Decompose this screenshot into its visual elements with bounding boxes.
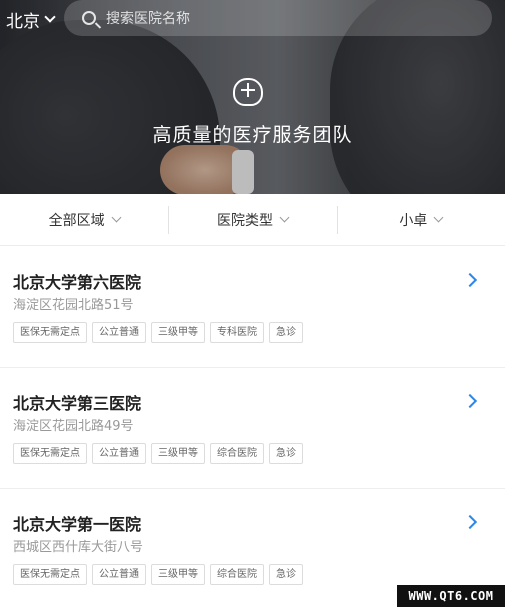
- hospital-address: 海淀区花园北路49号: [13, 419, 134, 434]
- chevron-down-icon: [279, 212, 290, 223]
- tag-insurance: 医保无需定点: [13, 443, 87, 464]
- search-input[interactable]: 搜索医院名称: [64, 0, 492, 36]
- hospital-tags: 医保无需定点 公立普通 三级甲等 综合医院 急诊: [13, 564, 303, 585]
- hero-banner: 北京 搜索医院名称 高质量的医疗服务团队: [0, 0, 505, 194]
- filter-third[interactable]: 小卓: [336, 204, 505, 236]
- site-watermark: WWW.QT6.COM: [397, 585, 505, 607]
- tag-insurance: 医保无需定点: [13, 564, 87, 585]
- tag-ownership: 公立普通: [92, 564, 146, 585]
- chevron-down-icon: [433, 212, 444, 223]
- tag-grade: 三级甲等: [151, 443, 205, 464]
- tag-grade: 三级甲等: [151, 564, 205, 585]
- tag-category: 综合医院: [210, 564, 264, 585]
- tag-ownership: 公立普通: [92, 322, 146, 343]
- tag-insurance: 医保无需定点: [13, 322, 87, 343]
- hospital-name: 北京大学第六医院: [13, 273, 142, 292]
- hospital-list: 北京大学第六医院 海淀区花园北路51号 医保无需定点 公立普通 三级甲等 专科医…: [0, 247, 505, 607]
- hospital-name: 北京大学第一医院: [13, 515, 142, 534]
- city-selector[interactable]: 北京: [6, 6, 56, 32]
- hospital-list-item[interactable]: 北京大学第六医院 海淀区花园北路51号 医保无需定点 公立普通 三级甲等 专科医…: [0, 247, 505, 368]
- hospital-address: 海淀区花园北路51号: [13, 298, 134, 313]
- filter-region[interactable]: 全部区域: [0, 204, 168, 236]
- filter-label: 全部区域: [48, 212, 105, 229]
- hospital-tags: 医保无需定点 公立普通 三级甲等 综合医院 急诊: [13, 443, 303, 464]
- filter-label: 医院类型: [216, 212, 273, 229]
- tag-emergency: 急诊: [269, 564, 303, 585]
- tag-category: 综合医院: [210, 443, 264, 464]
- tag-ownership: 公立普通: [92, 443, 146, 464]
- tag-grade: 三级甲等: [151, 322, 205, 343]
- hospital-list-item[interactable]: 北京大学第三医院 海淀区花园北路49号 医保无需定点 公立普通 三级甲等 综合医…: [0, 368, 505, 489]
- filter-label: 小卓: [399, 212, 428, 229]
- chevron-right-icon[interactable]: [462, 393, 478, 409]
- filter-bar: 全部区域 医院类型 小卓: [0, 194, 505, 246]
- search-placeholder: 搜索医院名称: [106, 11, 190, 27]
- tag-category: 专科医院: [210, 322, 264, 343]
- banner-title: 高质量的医疗服务团队: [152, 124, 353, 146]
- chevron-right-icon[interactable]: [462, 272, 478, 288]
- chevron-right-icon[interactable]: [462, 514, 478, 530]
- filter-hospital-type[interactable]: 医院类型: [168, 204, 336, 236]
- search-icon: [82, 11, 96, 25]
- tag-emergency: 急诊: [269, 322, 303, 343]
- hospital-name: 北京大学第三医院: [13, 394, 142, 413]
- tag-emergency: 急诊: [269, 443, 303, 464]
- chevron-down-icon: [111, 212, 122, 223]
- city-label: 北京: [6, 11, 40, 32]
- doctor-icon: [233, 78, 263, 106]
- chevron-down-icon: [44, 11, 56, 23]
- hospital-tags: 医保无需定点 公立普通 三级甲等 专科医院 急诊: [13, 322, 303, 343]
- hospital-address: 西城区西什库大街八号: [13, 540, 144, 555]
